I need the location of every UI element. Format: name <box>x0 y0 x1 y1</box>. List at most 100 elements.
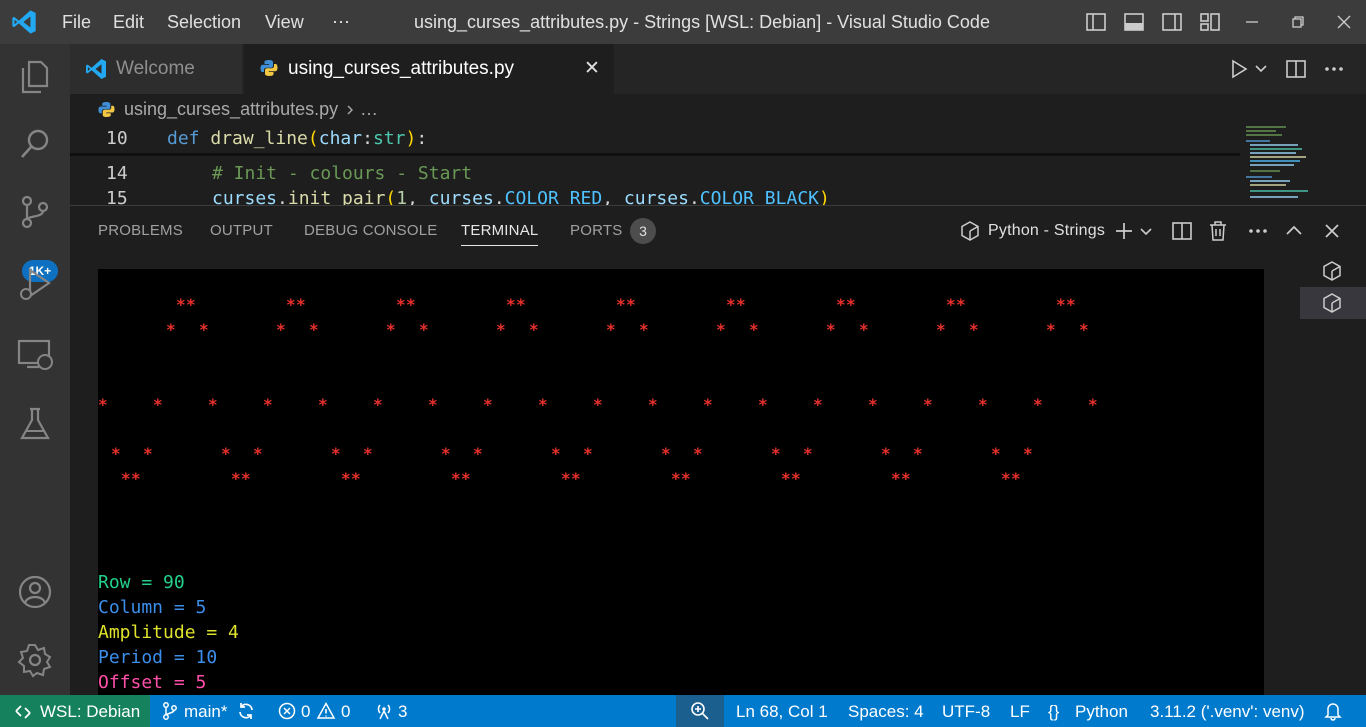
tab-ports[interactable]: PORTS <box>570 222 622 239</box>
ascii-star: * <box>791 469 801 488</box>
code-line-comment[interactable]: # Init - colours - Start <box>212 163 472 184</box>
breadcrumb-file[interactable]: using_curses_attributes.py <box>124 99 338 120</box>
ascii-star: * <box>616 295 626 314</box>
toggle-panel-icon[interactable] <box>1122 10 1146 34</box>
ascii-star: * <box>681 469 691 488</box>
search-icon[interactable] <box>15 124 55 164</box>
warning-count[interactable]: 0 <box>341 702 350 722</box>
kill-terminal-trash-icon[interactable] <box>1206 219 1230 243</box>
ascii-star: * <box>121 469 131 488</box>
new-terminal-plus-icon[interactable] <box>1112 219 1136 243</box>
ascii-star: * <box>639 320 649 339</box>
toggle-primary-sidebar-icon[interactable] <box>1084 10 1108 34</box>
ascii-star: * <box>901 469 911 488</box>
menu-more[interactable]: ⋯ <box>332 12 350 33</box>
vscode-logo-icon <box>12 10 36 34</box>
ascii-star: * <box>913 444 923 463</box>
ascii-star: * <box>1066 295 1076 314</box>
ascii-star: * <box>978 395 988 414</box>
terminal-list-item-active[interactable] <box>1300 287 1366 319</box>
ascii-star: * <box>946 295 956 314</box>
code-line-init-pair[interactable]: curses.init_pair(1, curses.COLOR_RED, cu… <box>212 188 830 205</box>
zoom-indicator[interactable] <box>676 695 724 727</box>
source-control-icon[interactable] <box>15 192 55 232</box>
close-tab-icon[interactable]: ✕ <box>584 57 600 80</box>
ascii-star: * <box>516 295 526 314</box>
ascii-star: * <box>373 395 383 414</box>
close-panel-icon[interactable] <box>1320 219 1344 243</box>
tab-label: using_curses_attributes.py <box>288 58 515 79</box>
remote-explorer-icon[interactable] <box>15 334 55 374</box>
terminal-output[interactable]: * * * * * * * * * * * * * * * * * * * * * * * * * * * * * * * * * * * * * * * *… <box>98 269 1264 696</box>
breadcrumb-symbol[interactable]: … <box>360 99 378 120</box>
ports-count-badge: 3 <box>630 218 656 244</box>
python-interpreter[interactable]: 3.11.2 ('.venv': venv) <box>1150 702 1305 722</box>
run-python-file-icon[interactable] <box>1228 58 1250 80</box>
manage-gear-icon[interactable] <box>15 640 55 680</box>
explorer-icon[interactable] <box>15 56 55 96</box>
split-terminal-icon[interactable] <box>1170 219 1194 243</box>
menu-selection[interactable]: Selection <box>167 12 241 33</box>
chevron-down-icon[interactable] <box>1254 62 1268 76</box>
indentation[interactable]: Spaces: 4 <box>848 702 924 722</box>
customize-layout-icon[interactable] <box>1198 10 1222 34</box>
ascii-star: * <box>693 444 703 463</box>
menu-edit[interactable]: Edit <box>113 12 144 33</box>
terminal-profile-icon <box>1323 261 1341 281</box>
maximize-panel-chevron-up-icon[interactable] <box>1282 219 1306 243</box>
notifications-bell-icon[interactable] <box>1323 701 1343 721</box>
minimize-icon[interactable] <box>1240 10 1264 34</box>
tab-output[interactable]: OUTPUT <box>210 222 273 239</box>
cursor-position[interactable]: Ln 68, Col 1 <box>736 702 828 722</box>
language-mode[interactable]: Python <box>1075 702 1128 722</box>
restore-icon[interactable] <box>1286 10 1310 34</box>
encoding[interactable]: UTF-8 <box>942 702 990 722</box>
ascii-star: * <box>771 444 781 463</box>
tab-problems[interactable]: PROBLEMS <box>98 222 183 239</box>
terminal-name[interactable]: Python - Strings <box>988 222 1105 240</box>
chevron-down-icon[interactable] <box>1138 219 1154 243</box>
ascii-star: * <box>781 469 791 488</box>
more-actions-icon[interactable] <box>1246 219 1270 243</box>
ascii-star: * <box>626 295 636 314</box>
testing-icon[interactable] <box>15 404 55 444</box>
tab-using-curses-attributes[interactable]: using_curses_attributes.py ✕ <box>244 44 614 94</box>
ascii-star: * <box>363 444 373 463</box>
tab-debug-console[interactable]: DEBUG CONSOLE <box>304 222 437 239</box>
menu-view[interactable]: View <box>265 12 304 33</box>
code-line-sticky[interactable]: def draw_line(char:str): <box>167 128 427 149</box>
ascii-star: * <box>969 320 979 339</box>
sync-icon[interactable] <box>236 701 256 721</box>
ascii-star: * <box>263 395 273 414</box>
ascii-star: * <box>496 320 506 339</box>
activity-bar: 1K+ <box>0 44 70 695</box>
error-count[interactable]: 0 <box>301 702 310 722</box>
split-editor-icon[interactable] <box>1284 57 1308 81</box>
ascii-star: * <box>131 469 141 488</box>
terminal-list-item[interactable] <box>1300 255 1366 287</box>
ascii-star: * <box>836 295 846 314</box>
ascii-star: * <box>386 320 396 339</box>
accounts-icon[interactable] <box>15 572 55 612</box>
ascii-star: * <box>286 295 296 314</box>
ascii-star: * <box>221 444 231 463</box>
run-and-debug-icon[interactable] <box>15 264 55 304</box>
terminal-profile-icon <box>961 221 979 241</box>
minimap[interactable] <box>1242 118 1312 206</box>
menu-file[interactable]: File <box>62 12 91 33</box>
ascii-star: * <box>241 469 251 488</box>
ascii-star: * <box>538 395 548 414</box>
ascii-star: * <box>296 295 306 314</box>
ascii-star: * <box>419 320 429 339</box>
ascii-star: * <box>341 469 351 488</box>
remote-indicator[interactable]: WSL: Debian <box>0 695 150 727</box>
toggle-secondary-sidebar-icon[interactable] <box>1160 10 1184 34</box>
more-actions-icon[interactable] <box>1322 57 1346 81</box>
ascii-star: * <box>1023 444 1033 463</box>
ports-count[interactable]: 3 <box>398 702 407 722</box>
close-window-icon[interactable] <box>1332 10 1356 34</box>
tab-welcome[interactable]: Welcome <box>70 44 242 94</box>
tab-terminal[interactable]: TERMINAL <box>461 222 539 246</box>
git-branch[interactable]: main* <box>184 702 227 722</box>
end-of-line[interactable]: LF <box>1010 702 1030 722</box>
